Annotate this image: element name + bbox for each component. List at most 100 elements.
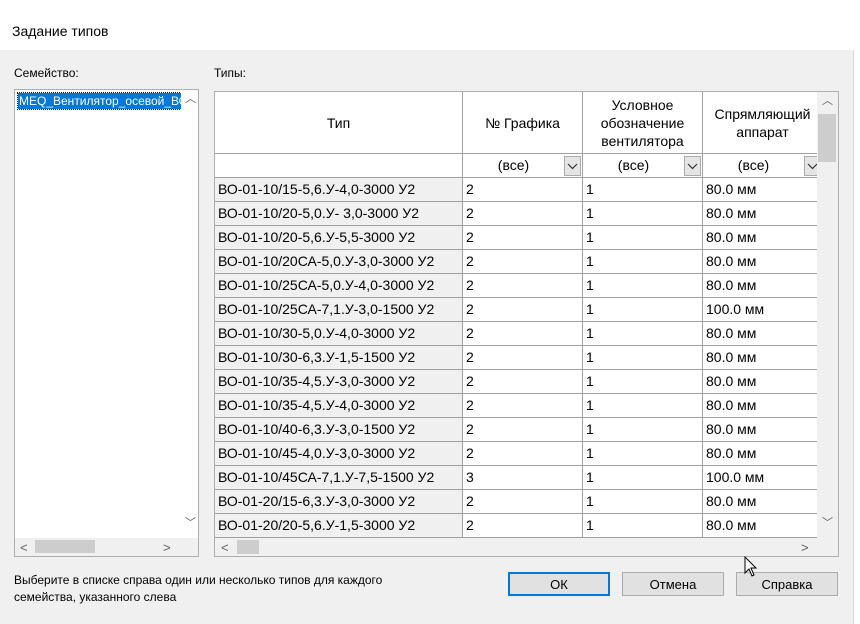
column-header-designation[interactable]: Условное обозначение вентилятора	[583, 92, 703, 154]
cell-type[interactable]: ВО-01-10/35-4,5.У-4,0-3000 У2	[215, 394, 463, 418]
scroll-left-icon[interactable]: <	[221, 541, 229, 554]
scroll-up-icon[interactable]: ︿	[822, 96, 833, 107]
cell-schedule[interactable]: 2	[463, 226, 583, 250]
table-row[interactable]: ВО-01-10/35-4,5.У-3,0-3000 У2 2 1 80.0 мм	[215, 370, 823, 394]
chevron-down-icon[interactable]	[684, 156, 701, 176]
cell-straightener[interactable]: 80.0 мм	[703, 202, 823, 226]
scroll-thumb[interactable]	[35, 540, 95, 553]
cancel-button[interactable]: Отмена	[622, 572, 724, 596]
table-row[interactable]: ВО-01-10/20-5,6.У-5,5-3000 У2 2 1 80.0 мм	[215, 226, 823, 250]
table-row[interactable]: ВО-01-10/40-6,3.У-3,0-1500 У2 2 1 80.0 мм	[215, 418, 823, 442]
types-grid[interactable]: Тип № Графика Условное обозначение венти…	[214, 91, 839, 557]
cell-straightener[interactable]: 100.0 мм	[703, 466, 823, 490]
cell-schedule[interactable]: 2	[463, 322, 583, 346]
table-row[interactable]: ВО-01-10/45СА-7,1.У-7,5-1500 У2 3 1 100.0 м…	[215, 466, 823, 490]
table-row[interactable]: ВО-01-10/20СА-5,0.У-3,0-3000 У2 2 1 80.0 мм	[215, 250, 823, 274]
cell-schedule[interactable]: 2	[463, 394, 583, 418]
cell-straightener[interactable]: 80.0 мм	[703, 394, 823, 418]
cell-schedule[interactable]: 2	[463, 298, 583, 322]
filter-designation[interactable]: (все)	[583, 154, 703, 178]
family-list[interactable]: MEQ_Вентилятор_осевой_ВО ︿ ﹀ < >	[14, 89, 199, 557]
cell-type[interactable]: ВО-01-20/15-6,3.У-3,0-3000 У2	[215, 490, 463, 514]
scroll-right-icon[interactable]: >	[163, 541, 171, 554]
cell-schedule[interactable]: 2	[463, 370, 583, 394]
table-row[interactable]: ВО-01-10/20-5,0.У- 3,0-3000 У2 2 1 80.0 мм	[215, 202, 823, 226]
table-row[interactable]: ВО-01-10/25СА-7,1.У-3,0-1500 У2 2 1 100.0 м…	[215, 298, 823, 322]
scroll-up-icon[interactable]: ︿	[185, 94, 196, 105]
cell-straightener[interactable]: 80.0 мм	[703, 178, 823, 202]
cell-type[interactable]: ВО-01-10/30-5,0.У-4,0-3000 У2	[215, 322, 463, 346]
table-row[interactable]: ВО-01-10/35-4,5.У-4,0-3000 У2 2 1 80.0 мм	[215, 394, 823, 418]
family-list-item[interactable]: MEQ_Вентилятор_осевой_ВО	[17, 92, 182, 110]
cell-straightener[interactable]: 80.0 мм	[703, 274, 823, 298]
scroll-thumb[interactable]	[818, 114, 836, 162]
cell-straightener[interactable]: 80.0 мм	[703, 322, 823, 346]
table-row[interactable]: ВО-01-10/30-6,3.У-1,5-1500 У2 2 1 80.0 мм	[215, 346, 823, 370]
cell-straightener[interactable]: 80.0 мм	[703, 418, 823, 442]
cell-type[interactable]: ВО-01-10/20-5,6.У-5,5-3000 У2	[215, 226, 463, 250]
cell-schedule[interactable]: 2	[463, 490, 583, 514]
cell-schedule[interactable]: 2	[463, 250, 583, 274]
cell-designation[interactable]: 1	[583, 394, 703, 418]
cell-schedule[interactable]: 2	[463, 418, 583, 442]
cell-schedule[interactable]: 2	[463, 346, 583, 370]
cell-type[interactable]: ВО-01-20/20-5,6.У-1,5-3000 У2	[215, 514, 463, 538]
ok-button[interactable]: ОК	[508, 572, 610, 596]
cell-type[interactable]: ВО-01-10/25СА-7,1.У-3,0-1500 У2	[215, 298, 463, 322]
column-header-type[interactable]: Тип	[215, 92, 463, 154]
scroll-left-icon[interactable]: <	[20, 541, 28, 554]
cell-designation[interactable]: 1	[583, 466, 703, 490]
scroll-down-icon[interactable]: ﹀	[185, 518, 196, 529]
cell-type[interactable]: ВО-01-10/20-5,0.У- 3,0-3000 У2	[215, 202, 463, 226]
scroll-down-icon[interactable]: ﹀	[822, 518, 833, 529]
cell-designation[interactable]: 1	[583, 322, 703, 346]
cell-designation[interactable]: 1	[583, 370, 703, 394]
scroll-thumb[interactable]	[237, 540, 259, 554]
table-row[interactable]: ВО-01-10/45-4,0.У-3,0-3000 У2 2 1 80.0 мм	[215, 442, 823, 466]
cell-designation[interactable]: 1	[583, 202, 703, 226]
cell-designation[interactable]: 1	[583, 490, 703, 514]
cell-schedule[interactable]: 2	[463, 274, 583, 298]
filter-schedule[interactable]: (все)	[463, 154, 583, 178]
cell-designation[interactable]: 1	[583, 226, 703, 250]
cell-straightener[interactable]: 80.0 мм	[703, 250, 823, 274]
cell-type[interactable]: ВО-01-10/35-4,5.У-3,0-3000 У2	[215, 370, 463, 394]
cell-type[interactable]: ВО-01-10/15-5,6.У-4,0-3000 У2	[215, 178, 463, 202]
cell-straightener[interactable]: 80.0 мм	[703, 370, 823, 394]
cell-type[interactable]: ВО-01-10/40-6,3.У-3,0-1500 У2	[215, 418, 463, 442]
cell-schedule[interactable]: 2	[463, 178, 583, 202]
table-row[interactable]: ВО-01-20/20-5,6.У-1,5-3000 У2 2 1 80.0 мм	[215, 514, 823, 538]
family-vertical-scrollbar[interactable]: ︿ ﹀	[181, 90, 198, 538]
cell-schedule[interactable]: 2	[463, 514, 583, 538]
cell-type[interactable]: ВО-01-10/30-6,3.У-1,5-1500 У2	[215, 346, 463, 370]
column-header-schedule[interactable]: № Графика	[463, 92, 583, 154]
cell-designation[interactable]: 1	[583, 418, 703, 442]
table-row[interactable]: ВО-01-10/15-5,6.У-4,0-3000 У2 2 1 80.0 мм	[215, 178, 823, 202]
cell-straightener[interactable]: 100.0 мм	[703, 298, 823, 322]
cell-straightener[interactable]: 80.0 мм	[703, 490, 823, 514]
cell-schedule[interactable]: 3	[463, 466, 583, 490]
cell-type[interactable]: ВО-01-10/45СА-7,1.У-7,5-1500 У2	[215, 466, 463, 490]
cell-type[interactable]: ВО-01-10/25СА-5,0.У-4,0-3000 У2	[215, 274, 463, 298]
cell-straightener[interactable]: 80.0 мм	[703, 442, 823, 466]
cell-schedule[interactable]: 2	[463, 202, 583, 226]
cell-type[interactable]: ВО-01-10/20СА-5,0.У-3,0-3000 У2	[215, 250, 463, 274]
scroll-right-icon[interactable]: >	[801, 541, 809, 554]
cell-straightener[interactable]: 80.0 мм	[703, 226, 823, 250]
family-horizontal-scrollbar[interactable]: < >	[15, 538, 198, 556]
cell-straightener[interactable]: 80.0 мм	[703, 514, 823, 538]
cell-designation[interactable]: 1	[583, 178, 703, 202]
cell-schedule[interactable]: 2	[463, 442, 583, 466]
chevron-down-icon[interactable]	[564, 156, 581, 176]
cell-designation[interactable]: 1	[583, 346, 703, 370]
cell-designation[interactable]: 1	[583, 274, 703, 298]
table-row[interactable]: ВО-01-20/15-6,3.У-3,0-3000 У2 2 1 80.0 мм	[215, 490, 823, 514]
cell-designation[interactable]: 1	[583, 514, 703, 538]
grid-horizontal-scrollbar[interactable]: < >	[215, 538, 838, 556]
filter-straightener[interactable]: (все)	[703, 154, 823, 178]
cell-designation[interactable]: 1	[583, 442, 703, 466]
cell-straightener[interactable]: 80.0 мм	[703, 346, 823, 370]
table-row[interactable]: ВО-01-10/25СА-5,0.У-4,0-3000 У2 2 1 80.0 мм	[215, 274, 823, 298]
table-row[interactable]: ВО-01-10/30-5,0.У-4,0-3000 У2 2 1 80.0 мм	[215, 322, 823, 346]
cell-designation[interactable]: 1	[583, 250, 703, 274]
